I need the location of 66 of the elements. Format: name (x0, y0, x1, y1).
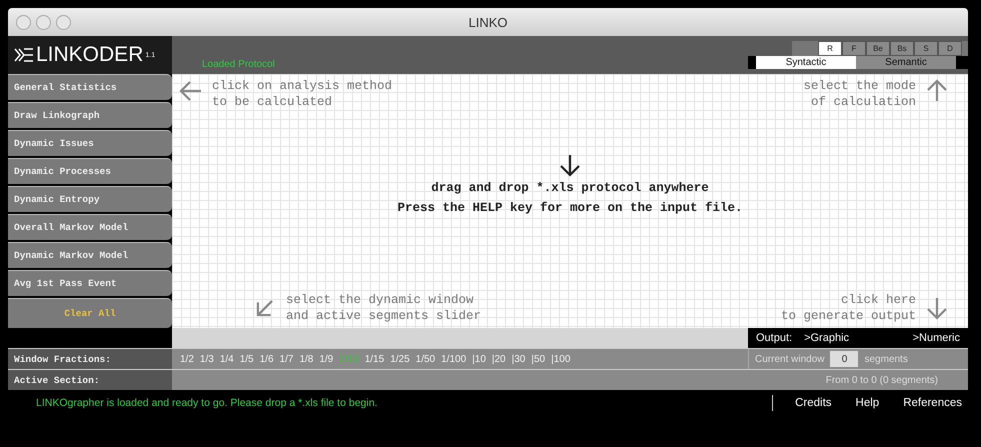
mode-button[interactable]: F (842, 41, 866, 56)
output-option[interactable]: >Numeric (912, 332, 960, 344)
current-window-field[interactable]: 0 (830, 351, 858, 367)
section-range: From 0 to 0 (0 segments) (826, 374, 938, 386)
analysis-button[interactable]: Dynamic Processes (8, 158, 172, 184)
calculation-tab[interactable]: Semantic (856, 56, 956, 69)
window-control-button[interactable] (16, 14, 31, 30)
fraction-option[interactable]: |20 (492, 354, 506, 364)
mode-button[interactable]: R (818, 41, 842, 56)
fraction-option[interactable]: 1/3 (200, 354, 214, 364)
analysis-button[interactable]: Dynamic Markov Model (8, 242, 172, 268)
current-window-label: Current window (755, 354, 824, 364)
footer-link[interactable]: Credits (795, 397, 832, 409)
instruction-text: drag and drop *.xls protocol anywhere (431, 180, 709, 197)
footer-link[interactable]: Help (856, 397, 880, 409)
fraction-option[interactable]: 1/8 (299, 354, 314, 364)
mode-button[interactable]: Be (866, 41, 890, 56)
fraction-option[interactable]: 1/25 (390, 354, 410, 364)
drop-canvas[interactable] (172, 74, 968, 328)
calculation-tab[interactable]: Syntactic (756, 56, 856, 69)
analysis-button[interactable]: Overall Markov Model (8, 214, 172, 240)
mode-button[interactable]: Bs (890, 41, 914, 56)
analysis-button[interactable]: Draw Linkograph (8, 102, 172, 128)
fraction-option[interactable]: |50 (531, 354, 546, 364)
down-arrow-icon (557, 152, 583, 178)
hint-text: select the dynamic window (286, 292, 475, 308)
output-option[interactable]: >Graphic (804, 332, 850, 344)
row-label: Active Section: (8, 370, 172, 390)
footer-link[interactable]: References (903, 397, 962, 409)
analysis-button[interactable]: Dynamic Issues (8, 130, 172, 156)
hint-text: click here (840, 292, 916, 308)
hint-text: and active segments slider (286, 308, 482, 324)
fraction-option[interactable]: 1/4 (220, 354, 234, 364)
analysis-button[interactable]: Avg 1st Pass Event (8, 270, 172, 296)
fraction-option[interactable]: 1/15 (364, 354, 384, 364)
analysis-button[interactable]: Dynamic Entropy (8, 186, 172, 212)
app-logo: LINKODER$^{1.1}$ (8, 36, 172, 74)
fraction-option[interactable]: 1/2 (180, 354, 194, 364)
fraction-option[interactable]: 1/6 (260, 354, 274, 364)
fraction-option[interactable]: 1/50 (416, 354, 436, 364)
fraction-option[interactable]: 1/7 (280, 354, 294, 364)
status-message: LINKOgrapher is loaded and ready to go. Please drop a *.xls file to begin. (35, 397, 378, 409)
window-control-button[interactable] (36, 14, 51, 30)
output-label: Output: (756, 332, 792, 344)
fraction-option[interactable]: 1/100 (441, 354, 466, 364)
unit-label: segments (864, 354, 908, 364)
window-title: LINKO (468, 14, 508, 30)
instruction-text: Press the HELP key for more on the input file. (397, 200, 743, 217)
fraction-option[interactable]: |30 (512, 354, 526, 364)
protocol-status: Loaded Protocol (201, 59, 275, 72)
fraction-option[interactable]: 1/5 (240, 354, 254, 364)
hint-text: to generate output (780, 308, 916, 324)
hint-text: of calculation (810, 94, 916, 110)
hint-text: to be calculated (212, 94, 334, 110)
hint-text: select the mode (803, 78, 916, 94)
mode-button[interactable]: S (914, 41, 938, 56)
down-arrow-icon (924, 295, 950, 321)
window-control-button[interactable] (56, 14, 71, 30)
fraction-option[interactable]: |10 (472, 354, 486, 364)
hint-text: click on analysis method (212, 78, 392, 94)
analysis-button[interactable]: General Statistics (8, 74, 172, 100)
mode-button[interactable]: D (938, 41, 962, 56)
fraction-option[interactable]: 1/9 (319, 354, 334, 364)
row-label: Window Fractions: (8, 349, 172, 369)
clear-all-button[interactable]: Clear All (8, 298, 172, 328)
fraction-option[interactable]: |100 (551, 354, 570, 364)
